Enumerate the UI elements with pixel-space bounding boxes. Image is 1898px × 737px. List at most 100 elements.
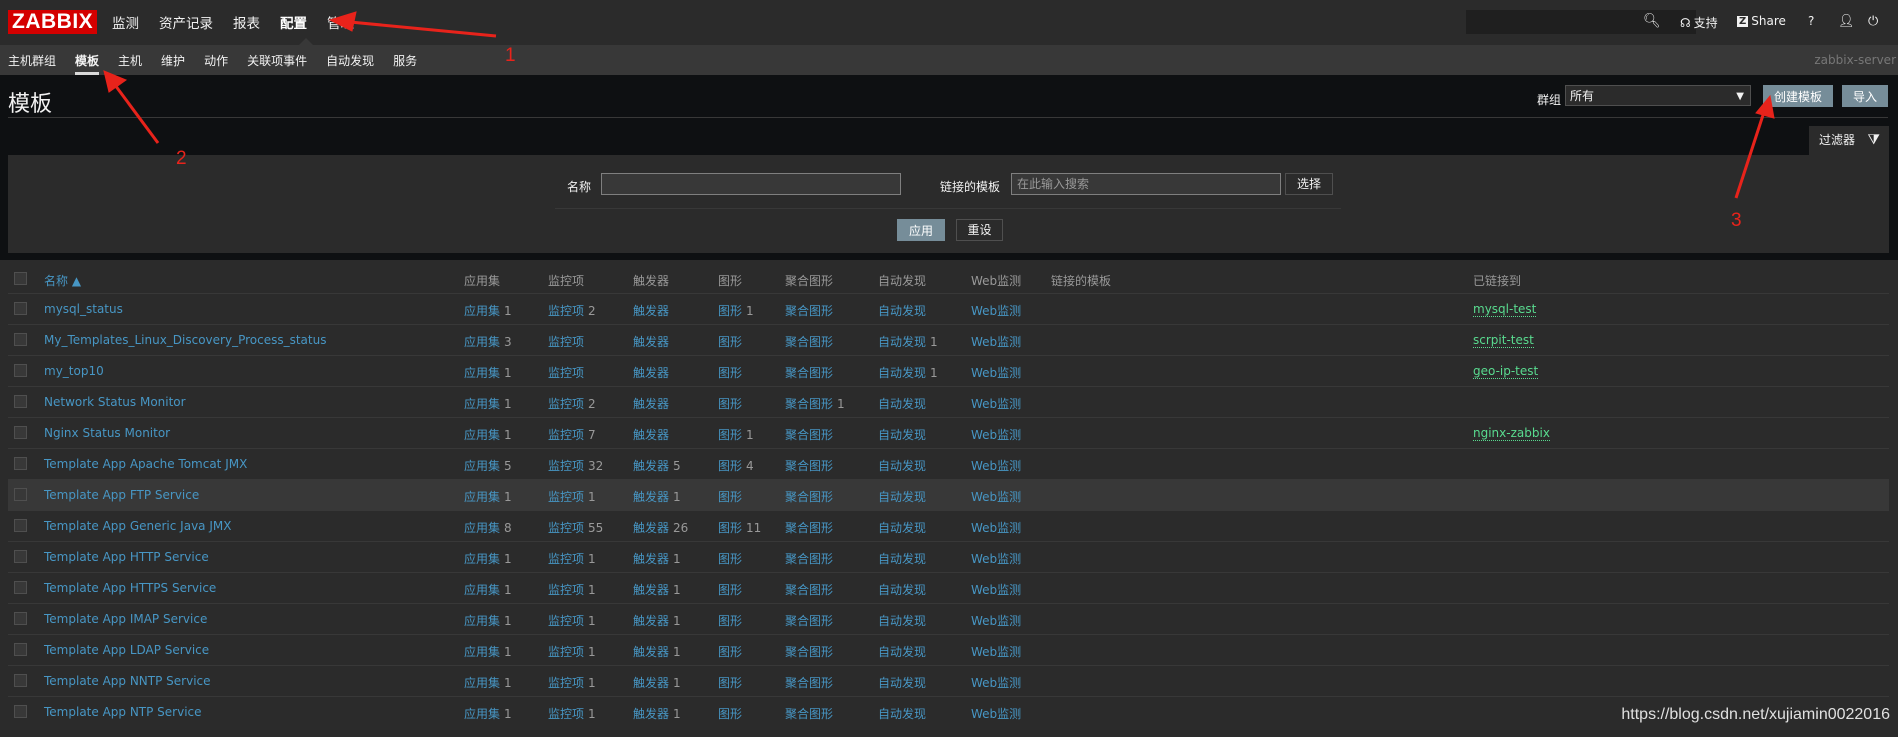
web-scenarios-link[interactable]: Web监测 [971,488,1021,505]
linked-host-link[interactable]: geo-ip-test [1473,364,1539,379]
items-link[interactable]: 监控项 [548,397,584,411]
applications-link[interactable]: 应用集 [464,397,500,411]
graphs-link[interactable]: 图形 [718,366,742,380]
items-link[interactable]: 监控项 [548,614,584,628]
share-link[interactable]: Z Share [1737,14,1786,28]
subnav-event-correlation[interactable]: 关联项事件 [247,52,307,69]
discovery-link[interactable]: 自动发现 [878,490,926,504]
graphs-link[interactable]: 图形 [718,645,742,659]
row-checkbox[interactable] [14,519,27,532]
items-link[interactable]: 监控项 [548,459,584,473]
triggers-link[interactable]: 触发器 [633,676,669,690]
items-link[interactable]: 监控项 [548,521,584,535]
graphs-link[interactable]: 图形 [718,676,742,690]
items-link[interactable]: 监控项 [548,645,584,659]
web-scenarios-link[interactable]: Web监测 [971,643,1021,660]
web-scenarios-link[interactable]: Web监测 [971,395,1021,412]
triggers-link[interactable]: 触发器 [633,335,669,349]
row-checkbox[interactable] [14,581,27,594]
discovery-link[interactable]: 自动发现 [878,707,926,721]
triggers-link[interactable]: 触发器 [633,552,669,566]
discovery-link[interactable]: 自动发现 [878,645,926,659]
template-name-link[interactable]: Template App Generic Java JMX [44,519,231,533]
template-name-link[interactable]: mysql_status [44,302,123,316]
items-link[interactable]: 监控项 [548,304,584,318]
user-profile-icon[interactable]: 👤︎ [1838,14,1855,29]
discovery-link[interactable]: 自动发现 [878,304,926,318]
template-name-link[interactable]: My_Templates_Linux_Discovery_Process_sta… [44,333,326,347]
reset-button[interactable]: 重设 [956,219,1003,241]
web-scenarios-link[interactable]: Web监测 [971,550,1021,567]
linked-templates-input[interactable]: 在此输入搜索 [1011,173,1281,195]
web-scenarios-link[interactable]: Web监测 [971,302,1021,319]
applications-link[interactable]: 应用集 [464,645,500,659]
applications-link[interactable]: 应用集 [464,521,500,535]
discovery-link[interactable]: 自动发现 [878,428,926,442]
template-name-link[interactable]: my_top10 [44,364,104,378]
row-checkbox[interactable] [14,488,27,501]
web-scenarios-link[interactable]: Web监测 [971,426,1021,443]
select-button[interactable]: 选择 [1285,173,1333,195]
name-filter-input[interactable] [601,173,901,195]
import-button[interactable]: 导入 [1842,85,1888,107]
screens-link[interactable]: 聚合图形 [785,459,833,473]
apply-button[interactable]: 应用 [897,219,945,241]
support-link[interactable]: ☊ 支持 [1680,14,1718,31]
template-name-link[interactable]: Template App LDAP Service [44,643,209,657]
discovery-link[interactable]: 自动发现 [878,366,926,380]
screens-link[interactable]: 聚合图形 [785,490,833,504]
select-all-checkbox[interactable] [14,272,27,285]
screens-link[interactable]: 聚合图形 [785,645,833,659]
discovery-link[interactable]: 自动发现 [878,676,926,690]
screens-link[interactable]: 聚合图形 [785,707,833,721]
logout-icon[interactable]: ⏻ [1868,14,1878,29]
row-checkbox[interactable] [14,612,27,625]
nav-monitoring[interactable]: 监测 [112,12,139,32]
screens-link[interactable]: 聚合图形 [785,614,833,628]
discovery-link[interactable]: 自动发现 [878,521,926,535]
applications-link[interactable]: 应用集 [464,490,500,504]
row-checkbox[interactable] [14,643,27,656]
search-icon[interactable]: 🔍︎ [1643,13,1661,29]
row-checkbox[interactable] [14,302,27,315]
create-template-button[interactable]: 创建模板 [1763,85,1833,107]
zabbix-logo[interactable]: ZABBIX [8,10,98,34]
row-checkbox[interactable] [14,550,27,563]
subnav-maintenance[interactable]: 维护 [161,52,185,69]
global-search-input[interactable] [1466,10,1696,34]
applications-link[interactable]: 应用集 [464,459,500,473]
subnav-discovery[interactable]: 自动发现 [326,52,374,69]
template-name-link[interactable]: Network Status Monitor [44,395,186,409]
triggers-link[interactable]: 触发器 [633,707,669,721]
screens-link[interactable]: 聚合图形 [785,428,833,442]
triggers-link[interactable]: 触发器 [633,645,669,659]
triggers-link[interactable]: 触发器 [633,521,669,535]
subnav-services[interactable]: 服务 [393,52,417,69]
discovery-link[interactable]: 自动发现 [878,552,926,566]
items-link[interactable]: 监控项 [548,366,584,380]
triggers-link[interactable]: 触发器 [633,428,669,442]
screens-link[interactable]: 聚合图形 [785,366,833,380]
template-name-link[interactable]: Template App NTP Service [44,705,202,719]
screens-link[interactable]: 聚合图形 [785,676,833,690]
screens-link[interactable]: 聚合图形 [785,304,833,318]
nav-administration[interactable]: 管理 [327,12,354,32]
row-checkbox[interactable] [14,333,27,346]
row-checkbox[interactable] [14,457,27,470]
discovery-link[interactable]: 自动发现 [878,614,926,628]
graphs-link[interactable]: 图形 [718,459,742,473]
web-scenarios-link[interactable]: Web监测 [971,333,1021,350]
graphs-link[interactable]: 图形 [718,397,742,411]
web-scenarios-link[interactable]: Web监测 [971,364,1021,381]
template-name-link[interactable]: Template App NNTP Service [44,674,211,688]
graphs-link[interactable]: 图形 [718,428,742,442]
row-checkbox[interactable] [14,395,27,408]
linked-host-link[interactable]: scrpit-test [1473,333,1534,348]
triggers-link[interactable]: 触发器 [633,304,669,318]
applications-link[interactable]: 应用集 [464,676,500,690]
items-link[interactable]: 监控项 [548,707,584,721]
nav-reports[interactable]: 报表 [233,12,260,32]
items-link[interactable]: 监控项 [548,490,584,504]
filter-tab[interactable]: 过滤器 ⧩ [1809,126,1889,155]
items-link[interactable]: 监控项 [548,335,584,349]
